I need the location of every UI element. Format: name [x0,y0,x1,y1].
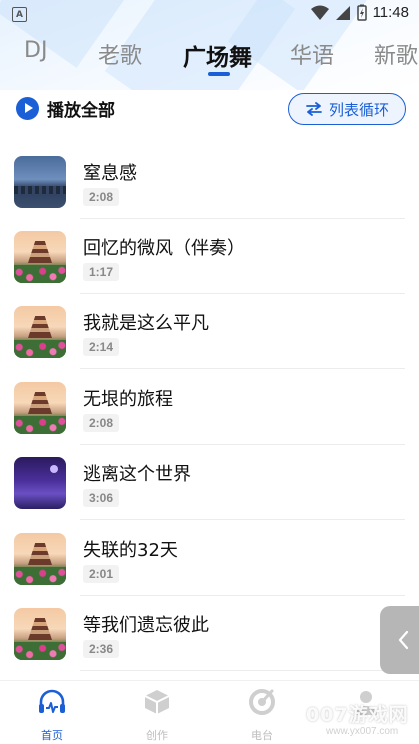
repeat-icon [306,102,322,116]
tab-dj[interactable]: DJ [24,38,47,63]
song-duration: 2:08 [83,188,120,206]
tab-old-songs[interactable]: 老歌 [98,38,142,70]
nav-create-label: 创作 [146,729,168,742]
song-title: 无垠的旅程 [83,389,173,410]
play-all-button[interactable]: 播放全部 [16,96,115,121]
song-duration: 2:08 [83,414,120,432]
song-item[interactable]: 失联的32天 2:01 [0,521,419,596]
song-duration: 2:36 [83,640,120,658]
song-item[interactable]: 回忆的微风（伴奏） 1:17 [0,219,419,294]
song-item[interactable]: 我就是这么平凡 2:14 [0,294,419,369]
headphone-wave-icon [39,689,65,713]
nav-radio-label: 电台 [251,729,273,742]
radio-dial-icon [249,689,275,715]
battery-icon [356,4,367,21]
cube-icon [144,690,170,714]
status-time: 11:48 [372,4,409,21]
nav-home-label: 首页 [41,729,63,742]
status-bar: A 11:48 [0,0,419,30]
song-cover [14,533,66,585]
song-cover [14,156,66,208]
watermark-url: www.yx007.com [326,726,399,737]
signal-icon [335,5,350,20]
nav-home[interactable]: 首页 [22,687,82,743]
loop-mode-label: 列表循环 [328,100,389,119]
song-title: 窒息感 [83,163,137,184]
song-cover [14,231,66,283]
song-item[interactable]: 无垠的旅程 2:08 [0,370,419,445]
song-duration: 1:17 [83,263,120,281]
play-all-label: 播放全部 [47,101,115,121]
divider [80,368,405,369]
song-title: 逃离这个世界 [83,464,191,485]
song-title: 回忆的微风（伴奏） [83,238,245,259]
song-title: 失联的32天 [83,540,178,561]
chevron-left-icon [398,630,408,650]
song-cover [14,382,66,434]
song-title: 我就是这么平凡 [83,313,209,334]
tab-chinese[interactable]: 华语 [290,38,334,70]
category-tabs: DJ 老歌 广场舞 华语 新歌 [0,38,419,82]
play-icon [16,97,39,120]
song-item[interactable]: 等我们遗忘彼此 2:36 [0,596,419,671]
watermark-brand: 007游戏网 [306,704,409,726]
song-cover [14,457,66,509]
song-cover [14,306,66,358]
song-cover [14,608,66,660]
song-title: 等我们遗忘彼此 [83,615,209,636]
tab-new-songs[interactable]: 新歌 [374,38,418,70]
song-duration: 3:06 [83,489,120,507]
nav-radio[interactable]: 电台 [232,687,292,743]
song-item[interactable]: 窒息感 2:08 [0,144,419,219]
song-duration: 2:01 [83,565,120,583]
active-tab-indicator [208,72,230,76]
tab-square-dance[interactable]: 广场舞 [183,38,252,72]
song-duration: 2:14 [83,338,120,356]
wifi-icon [310,5,329,20]
loop-mode-button[interactable]: 列表循环 [288,93,406,125]
divider [80,670,405,671]
divider [80,519,405,520]
song-item[interactable]: 逃离这个世界 3:06 [0,445,419,520]
side-drawer-handle[interactable] [380,606,419,674]
app-notification-icon: A [12,7,27,22]
nav-create[interactable]: 创作 [127,687,187,743]
